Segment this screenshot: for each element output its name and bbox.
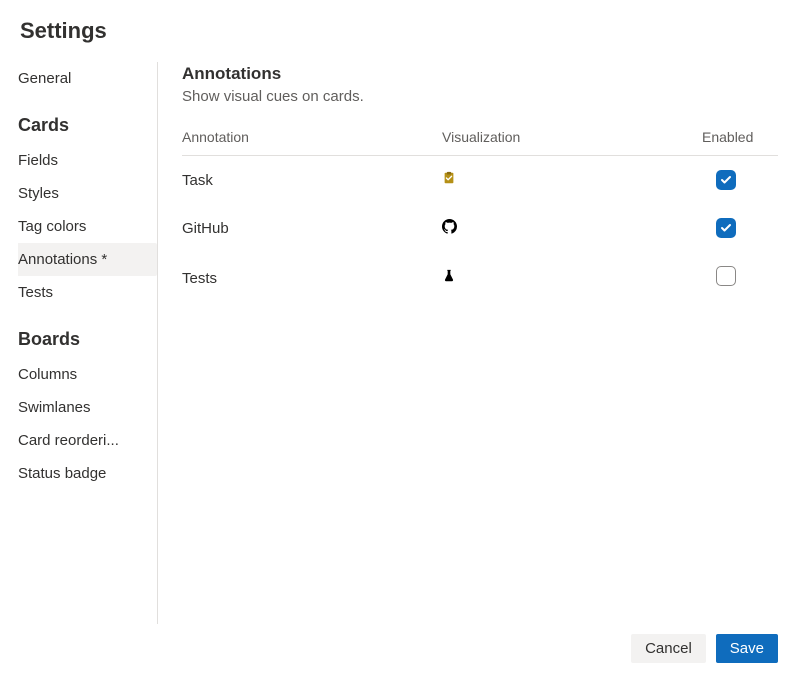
beaker-icon — [442, 269, 458, 285]
dialog-footer: Cancel Save — [18, 624, 778, 663]
enabled-checkbox[interactable] — [716, 266, 736, 286]
enabled-checkbox[interactable] — [716, 170, 736, 190]
sidebar: General Cards Fields Styles Tag colors A… — [18, 62, 158, 624]
page-title: Settings — [20, 18, 778, 44]
sidebar-item-annotations[interactable]: Annotations * — [18, 243, 157, 276]
section-subtitle: Show visual cues on cards. — [182, 88, 778, 105]
sidebar-item-status-badge[interactable]: Status badge — [18, 457, 157, 490]
sidebar-heading-boards: Boards — [18, 329, 157, 350]
col-header-annotation: Annotation — [182, 129, 442, 145]
sidebar-item-card-reordering[interactable]: Card reorderi... — [18, 424, 157, 457]
github-icon — [442, 219, 458, 235]
sidebar-item-columns[interactable]: Columns — [18, 358, 157, 391]
sidebar-item-tag-colors[interactable]: Tag colors — [18, 210, 157, 243]
table-row: GitHub — [182, 204, 778, 252]
cancel-button[interactable]: Cancel — [631, 634, 706, 663]
clipboard-icon — [442, 171, 458, 187]
sidebar-heading-cards: Cards — [18, 115, 157, 136]
sidebar-item-general[interactable]: General — [18, 62, 157, 95]
annotation-name: Tests — [182, 270, 442, 287]
section-title: Annotations — [182, 64, 778, 84]
col-header-enabled: Enabled — [702, 129, 772, 145]
sidebar-item-tests[interactable]: Tests — [18, 276, 157, 309]
save-button[interactable]: Save — [716, 634, 778, 663]
sidebar-item-fields[interactable]: Fields — [18, 144, 157, 177]
sidebar-item-styles[interactable]: Styles — [18, 177, 157, 210]
annotation-name: GitHub — [182, 220, 442, 237]
col-header-visualization: Visualization — [442, 129, 702, 145]
table-row: Tests — [182, 252, 778, 304]
content-panel: Annotations Show visual cues on cards. A… — [158, 62, 778, 624]
enabled-checkbox[interactable] — [716, 218, 736, 238]
sidebar-item-swimlanes[interactable]: Swimlanes — [18, 391, 157, 424]
table-row: Task — [182, 156, 778, 204]
table-header: Annotation Visualization Enabled — [182, 123, 778, 156]
annotation-name: Task — [182, 172, 442, 189]
